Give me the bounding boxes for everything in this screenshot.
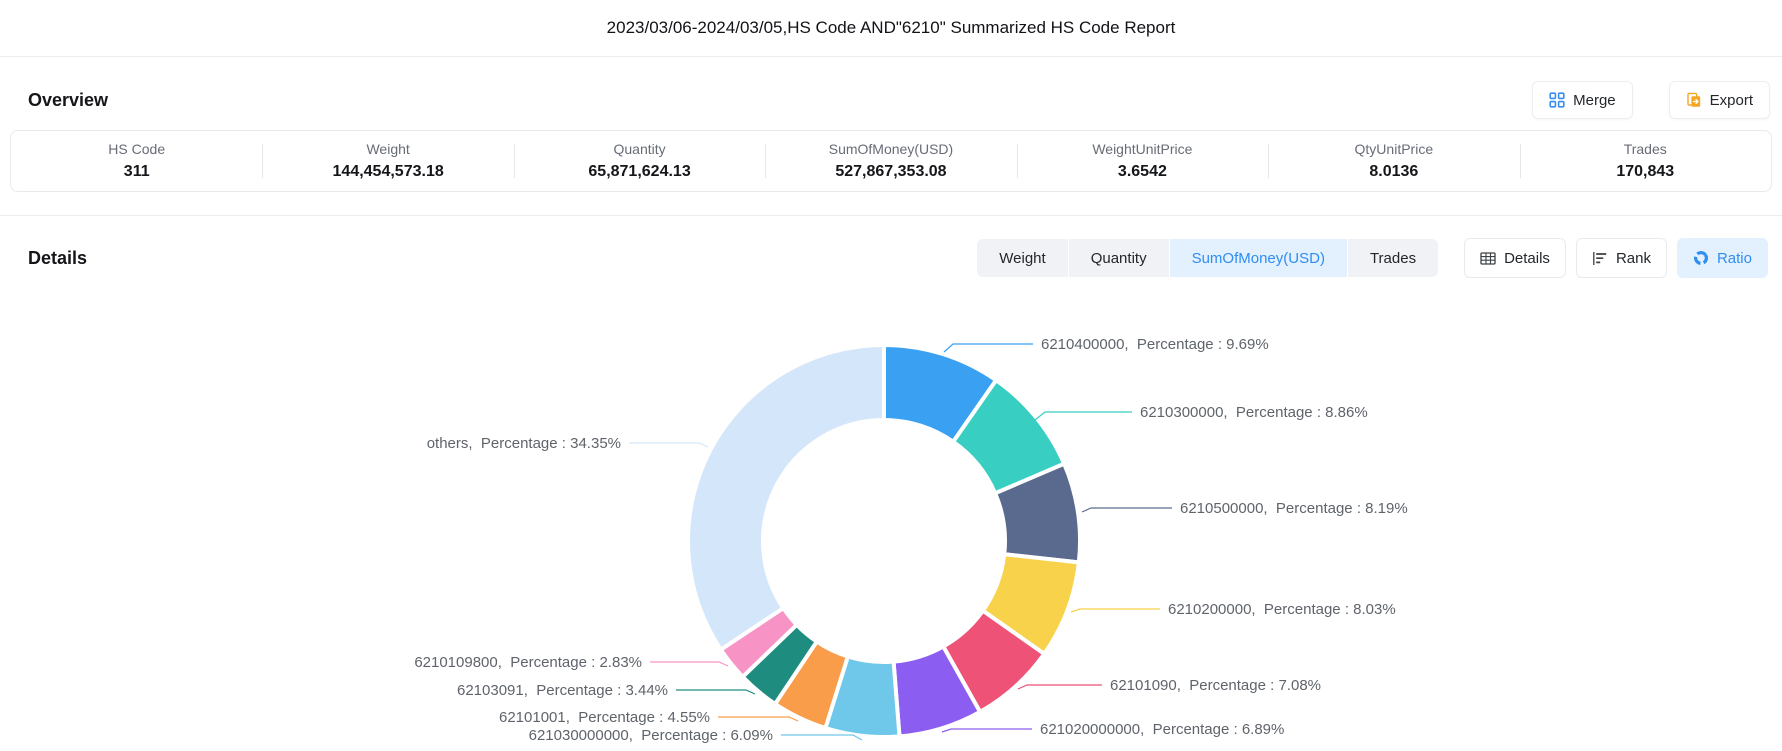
merge-button[interactable]: Merge: [1532, 81, 1633, 119]
stat-value: 8.0136: [1268, 163, 1519, 181]
rank-view-label: Rank: [1616, 250, 1651, 267]
stat-value: 3.6542: [1017, 163, 1268, 181]
export-button[interactable]: Export: [1669, 81, 1770, 119]
slice-label-62103091: 62103091, Percentage : 3.44%: [457, 682, 668, 699]
section-divider: [0, 215, 1782, 216]
stat-weight-unit-price: WeightUnitPrice 3.6542: [1017, 141, 1268, 181]
slice-leader-line: [944, 344, 1033, 352]
donut-slice-62103091[interactable]: [743, 625, 817, 704]
stat-label: Trades: [1520, 141, 1771, 157]
slice-label-6210109800: 6210109800, Percentage : 2.83%: [414, 654, 642, 671]
slice-label-621030000000: 621030000000, Percentage : 6.09%: [529, 727, 773, 744]
slice-leader-line: [942, 729, 1032, 732]
donut-icon: [1693, 250, 1709, 266]
slice-leader-line: [1071, 609, 1160, 612]
tab-trades[interactable]: Trades: [1348, 239, 1438, 277]
stat-label: SumOfMoney(USD): [765, 141, 1016, 157]
stat-value: 170,843: [1520, 163, 1771, 181]
donut-slice-others[interactable]: [688, 345, 884, 650]
stat-trades: Trades 170,843: [1520, 141, 1771, 181]
stat-value: 527,867,353.08: [765, 163, 1016, 181]
ratio-view-button[interactable]: Ratio: [1677, 238, 1768, 278]
overview-actions: Merge Export: [1532, 81, 1770, 119]
rank-icon: [1592, 251, 1608, 266]
slice-leader-line: [1018, 685, 1102, 689]
stat-label: QtyUnitPrice: [1268, 141, 1519, 157]
stat-quantity: Quantity 65,871,624.13: [514, 141, 765, 181]
slice-label-621020000000: 621020000000, Percentage : 6.89%: [1040, 721, 1284, 738]
tab-sum-of-money[interactable]: SumOfMoney(USD): [1170, 239, 1347, 277]
slice-leader-line: [718, 717, 798, 721]
donut-slice-62101090[interactable]: [943, 611, 1044, 712]
stat-qty-unit-price: QtyUnitPrice 8.0136: [1268, 141, 1519, 181]
stat-sum-of-money: SumOfMoney(USD) 527,867,353.08: [765, 141, 1016, 181]
donut-slice-62101001[interactable]: [775, 642, 848, 728]
stat-value: 311: [11, 163, 262, 181]
slice-leader-line: [650, 662, 728, 666]
tab-quantity[interactable]: Quantity: [1069, 239, 1169, 277]
slice-leader-line: [781, 735, 862, 740]
export-icon: [1686, 92, 1702, 108]
metric-tabs: Weight Quantity SumOfMoney(USD) Trades: [977, 239, 1438, 277]
donut-slice-6210500000[interactable]: [995, 464, 1080, 563]
stat-weight: Weight 144,454,573.18: [262, 141, 513, 181]
stat-value: 65,871,624.13: [514, 163, 765, 181]
tab-weight[interactable]: Weight: [977, 239, 1067, 277]
details-view-label: Details: [1504, 250, 1550, 267]
stat-label: WeightUnitPrice: [1017, 141, 1268, 157]
slice-leader-line: [1035, 412, 1132, 420]
donut-slice-6210109800[interactable]: [721, 608, 797, 677]
overview-stats-card: HS Code 311 Weight 144,454,573.18 Quanti…: [10, 130, 1772, 192]
merge-icon: [1549, 92, 1565, 108]
merge-button-label: Merge: [1573, 92, 1616, 109]
export-button-label: Export: [1710, 92, 1753, 109]
donut-slice-621020000000[interactable]: [894, 646, 980, 736]
slice-leader-line: [676, 690, 755, 694]
slice-label-62101090: 62101090, Percentage : 7.08%: [1110, 677, 1321, 694]
view-mode-buttons: Details Rank Ratio: [1464, 238, 1768, 278]
stat-hs-code: HS Code 311: [11, 141, 262, 181]
slice-label-6210500000: 6210500000, Percentage : 8.19%: [1180, 500, 1408, 517]
slice-leader-line: [629, 443, 708, 447]
slice-leader-line: [1082, 508, 1172, 512]
stat-label: Quantity: [514, 141, 765, 157]
stat-value: 144,454,573.18: [262, 163, 513, 181]
slice-label-62101001: 62101001, Percentage : 4.55%: [499, 709, 710, 726]
details-heading: Details: [28, 248, 87, 269]
slice-label-6210200000: 6210200000, Percentage : 8.03%: [1168, 601, 1396, 618]
stat-label: Weight: [262, 141, 513, 157]
details-view-button[interactable]: Details: [1464, 238, 1566, 278]
overview-heading: Overview: [28, 90, 108, 111]
stat-label: HS Code: [11, 141, 262, 157]
donut-slice-6210400000[interactable]: [884, 345, 996, 442]
table-icon: [1480, 251, 1496, 266]
slice-label-6210400000: 6210400000, Percentage : 9.69%: [1041, 336, 1269, 353]
donut-slice-6210300000[interactable]: [953, 380, 1064, 493]
slice-label-6210300000: 6210300000, Percentage : 8.86%: [1140, 404, 1368, 421]
report-title: 2023/03/06-2024/03/05,HS Code AND"6210" …: [0, 0, 1782, 57]
slice-label-others: others, Percentage : 34.35%: [427, 435, 621, 452]
ratio-view-label: Ratio: [1717, 250, 1752, 267]
donut-slice-621030000000[interactable]: [825, 656, 899, 737]
donut-slice-6210200000[interactable]: [983, 554, 1079, 654]
rank-view-button[interactable]: Rank: [1576, 238, 1667, 278]
